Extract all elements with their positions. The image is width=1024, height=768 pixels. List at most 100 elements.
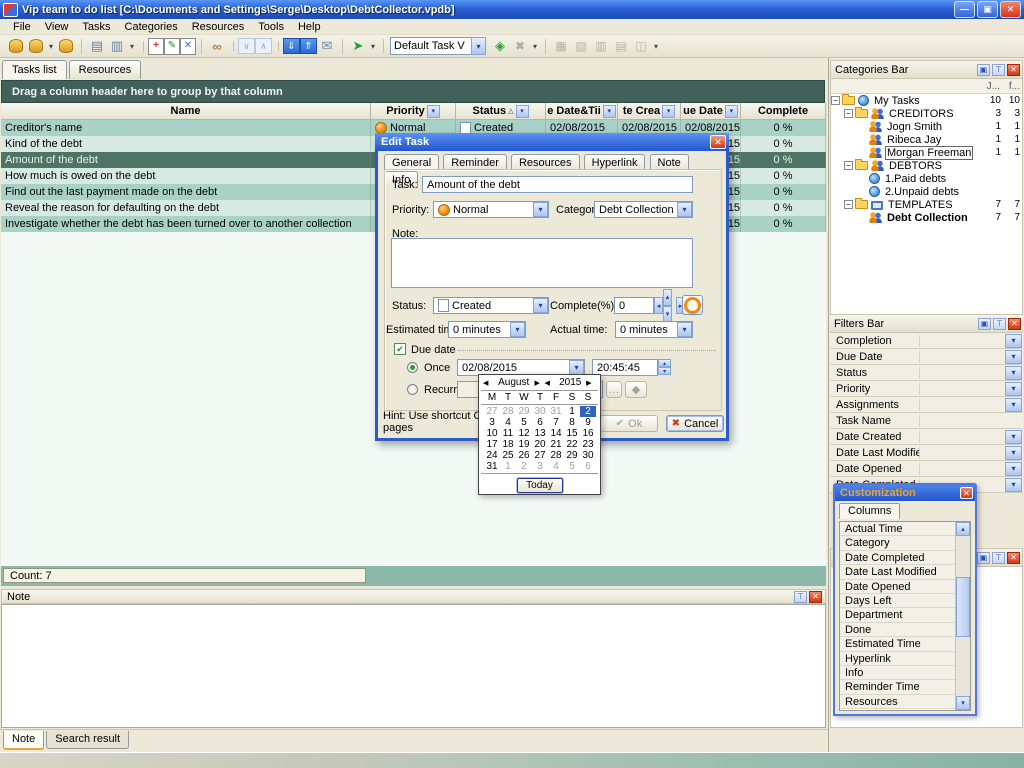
move-up-icon[interactable]: ∧ [255,38,272,54]
task-view-combo-dropdown[interactable]: ▾ [471,37,486,55]
filter-dropdown-button[interactable]: ▾ [1005,478,1022,492]
calendar-day[interactable]: 27 [532,450,548,461]
print-preview-caret-icon[interactable]: ▾ [127,37,137,56]
calendar-day[interactable]: 2 [580,406,596,417]
export-icon[interactable]: ◫ [631,37,651,56]
docked-pin-icon[interactable]: ⊤ [992,552,1005,564]
menu-item[interactable]: Categories [118,20,185,34]
tree-item[interactable]: − 2.Unpaid debts [831,185,1022,198]
expander-icon[interactable]: − [844,200,853,209]
filter-row[interactable]: Date Created ▾ [830,429,1023,445]
complete-spin-up-icon[interactable]: ▴ [663,289,672,306]
calendar-day[interactable]: 13 [532,428,548,439]
filter-row[interactable]: Date Last Modified ▾ [830,445,1023,461]
menu-item[interactable]: Tools [251,20,291,34]
columns-layout2-icon[interactable]: ▧ [571,37,591,56]
task-view-combo[interactable]: Default Task V ▾ [390,37,486,55]
complete-input[interactable]: 0 [614,297,654,314]
note-textarea[interactable] [391,238,693,288]
customization-title-bar[interactable]: Customization ✕ [835,485,975,501]
filter-dropdown-button[interactable]: ▾ [1005,350,1022,364]
column-header-complete[interactable]: Complete [741,103,826,120]
calendar-day[interactable]: 9 [580,417,596,428]
calendar-day[interactable]: 23 [580,439,596,450]
column-header-date-created[interactable]: te Crea ▾ [618,103,681,120]
calendar-day[interactable]: 2 [516,461,532,472]
expander-icon[interactable]: − [831,96,840,105]
tab-tasks-list[interactable]: Tasks list [2,60,67,79]
status-combo[interactable]: Created ▾ [433,297,549,314]
filter-dropdown-button[interactable]: ▾ [1005,382,1022,396]
send-task-icon[interactable]: ✉ [317,37,337,56]
ok-button[interactable]: ✔ Ok [600,415,658,432]
dialog-title-bar[interactable]: Edit Task ✕ [375,133,729,151]
customization-column-item[interactable]: Department [840,608,955,622]
customization-column-item[interactable]: Hyperlink [840,652,955,666]
calendar-day[interactable]: 1 [564,406,580,417]
today-button[interactable]: Today [517,478,563,493]
customization-column-item[interactable]: Date Completed [840,551,955,565]
customization-column-item[interactable]: Done [840,623,955,637]
customization-close-icon[interactable]: ✕ [960,487,973,499]
filter-row[interactable]: Completion ▾ [830,333,1023,349]
calendar-day[interactable]: 4 [548,461,564,472]
categories-pin-icon[interactable]: ⊤ [992,64,1005,76]
complete-spin-down-icon[interactable]: ▾ [663,306,672,323]
estimated-time-combo[interactable]: 0 minutes ▾ [448,321,526,338]
more-caret-icon[interactable]: ▾ [651,37,661,56]
dialog-close-icon[interactable]: ✕ [710,135,726,149]
menu-item[interactable]: Resources [185,20,252,34]
customization-column-item[interactable]: Reminder Time [840,680,955,694]
date-created-filter-dropdown[interactable]: ▾ [662,105,675,118]
print-preview-icon[interactable]: ▥ [107,37,127,56]
priority-filter-dropdown[interactable]: ▾ [427,105,440,118]
filter-row[interactable]: Status ▾ [830,365,1023,381]
calendar-day[interactable]: 17 [484,439,500,450]
column-header-priority[interactable]: Priority ▾ [371,103,456,120]
tab-resources[interactable]: Resources [69,60,142,79]
complete-100-button[interactable] [682,295,703,315]
view-flag-icon[interactable]: ➤ [348,37,368,56]
due-datetime-filter-dropdown[interactable]: ▾ [603,105,616,118]
filters-close-icon[interactable]: ✕ [1008,318,1021,330]
tree-item[interactable]: − Morgan Freeman 1 1 [831,146,1022,159]
time-spin-down-icon[interactable]: ▾ [658,367,671,375]
filter-row[interactable]: Due Date ▾ [830,349,1023,365]
prev-month-icon[interactable]: ◀ [483,379,493,387]
customization-column-item[interactable]: Days Left [840,594,955,608]
tree-item[interactable]: − My Tasks 10 10 [831,94,1022,107]
print-icon[interactable]: ▤ [87,37,107,56]
open-database-caret-icon[interactable]: ▾ [46,37,56,56]
filter-row[interactable]: Priority ▾ [830,381,1023,397]
category-dropdown[interactable]: ▾ [677,202,692,217]
tab-search-result[interactable]: Search result [46,731,129,749]
calendar-day[interactable]: 4 [500,417,516,428]
customization-column-item[interactable]: Estimated Time [840,637,955,651]
calendar-day[interactable]: 15 [564,428,580,439]
column-header-name[interactable]: Name [1,103,371,120]
customization-scrollbar[interactable]: ▴ ▾ [955,522,970,710]
calendar-day[interactable]: 5 [516,417,532,428]
once-radio[interactable] [407,362,418,373]
estimated-time-dropdown[interactable]: ▾ [510,322,525,337]
save-database-icon[interactable] [56,37,76,56]
actual-time-dropdown[interactable]: ▾ [677,322,692,337]
calendar-day[interactable]: 11 [500,428,516,439]
apply-view-icon[interactable]: ◈ [490,37,510,56]
due-date-dropdown[interactable]: ▾ [569,360,584,375]
columns-layout3-icon[interactable]: ▥ [591,37,611,56]
menu-item[interactable]: View [38,20,76,34]
customization-column-item[interactable]: Date Last Modified [840,565,955,579]
calendar-day[interactable]: 7 [548,417,564,428]
time-spin-up-icon[interactable]: ▴ [658,359,671,367]
expander-icon[interactable]: − [844,109,853,118]
calendar-day[interactable]: 29 [564,450,580,461]
menu-item[interactable]: Help [291,20,328,34]
priority-dropdown[interactable]: ▾ [533,202,548,217]
customization-column-item[interactable]: Resources [840,695,955,709]
prev-year-icon[interactable]: ◀ [544,379,554,387]
calendar-day[interactable]: 6 [580,461,596,472]
tree-item[interactable]: − 1.Paid debts [831,172,1022,185]
filter-dropdown-button[interactable]: ▾ [1005,398,1022,412]
note-pin-icon[interactable]: ⊤ [794,591,807,603]
